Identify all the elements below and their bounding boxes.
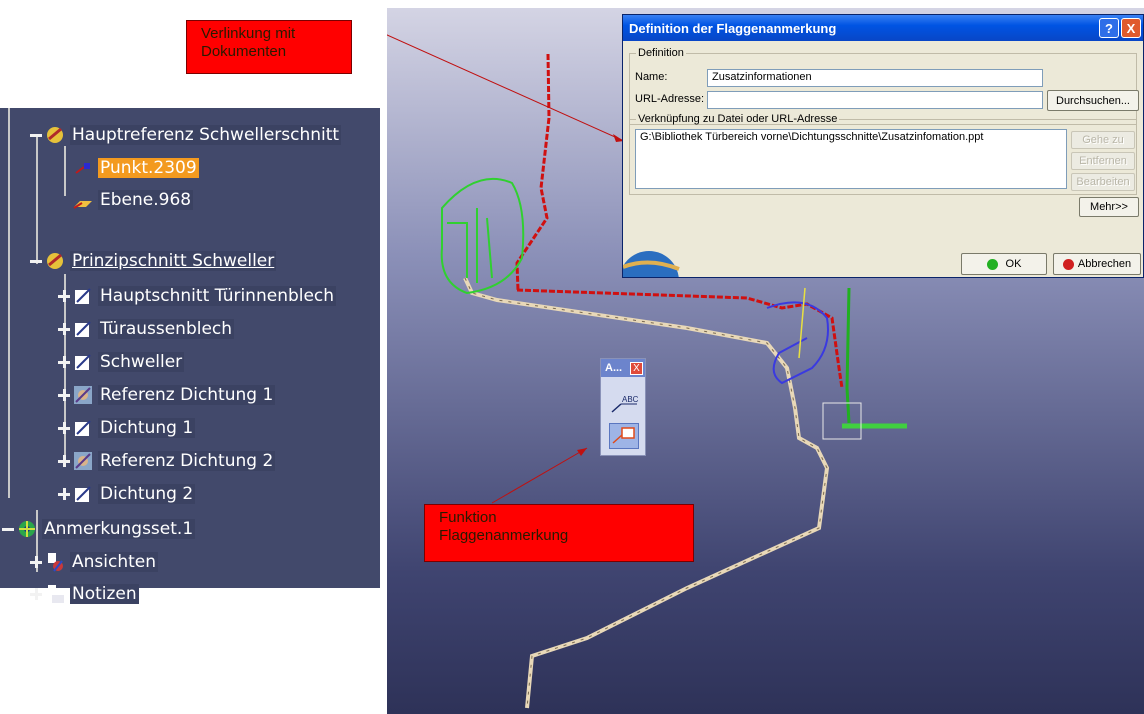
tree-item-notizen[interactable]: Notizen — [30, 581, 139, 607]
tree-connector — [8, 108, 10, 498]
sketch-icon — [75, 321, 91, 337]
point-icon — [75, 163, 90, 174]
tree-item-anmerkungsset[interactable]: Anmerkungsset.1 — [2, 516, 196, 542]
tree-item-dichtung-2[interactable]: Dichtung 2 — [58, 481, 196, 507]
flag-annotation-button[interactable] — [609, 423, 639, 449]
text-with-leader-icon: ABC — [611, 395, 639, 413]
tree-item-label: Ebene.968 — [98, 190, 194, 210]
expand-icon[interactable] — [30, 556, 42, 568]
notes-icon — [48, 585, 64, 603]
tree-item-label: Referenz Dichtung 2 — [98, 451, 276, 471]
tree-item-hauptschnitt[interactable]: Hauptschnitt Türinnenblech — [58, 283, 337, 309]
tree-item-label: Dichtung 1 — [98, 418, 196, 438]
expand-icon[interactable] — [58, 455, 70, 467]
definition-group-label: Definition — [638, 47, 684, 59]
annotation-set-icon — [19, 521, 35, 537]
expand-icon[interactable] — [58, 422, 70, 434]
tree-item-hauptreferenz[interactable]: Hauptreferenz Schwellerschnitt — [30, 122, 342, 148]
collapse-icon[interactable] — [30, 255, 42, 267]
tree-item-label: Prinzipschnitt Schweller — [70, 251, 277, 271]
cancel-button[interactable]: Abbrechen — [1053, 253, 1141, 275]
close-button[interactable]: X — [1121, 18, 1141, 38]
url-label: URL-Adresse: — [635, 93, 705, 105]
link-group-label: Verknüpfung zu Datei oder URL-Adresse — [638, 113, 838, 125]
tree-item-schweller[interactable]: Schweller — [58, 349, 185, 375]
sketch-icon — [75, 486, 91, 502]
dialog-titlebar[interactable]: Definition der Flaggenanmerkung ? X — [623, 15, 1143, 41]
reference-picture-icon — [74, 386, 92, 404]
views-icon — [48, 553, 63, 572]
tree-item-label: Referenz Dichtung 1 — [98, 385, 276, 405]
tree-item-label: Hauptreferenz Schwellerschnitt — [70, 125, 342, 145]
expand-icon[interactable] — [30, 588, 42, 600]
toolbar-titlebar[interactable]: A... X — [601, 359, 645, 377]
tree-connector — [36, 134, 38, 264]
cancel-button-label: Abbrechen — [1077, 258, 1132, 270]
tree-item-referenz-dichtung-1[interactable]: Referenz Dichtung 1 — [58, 382, 276, 408]
toolbar-title: A... — [605, 362, 623, 374]
expand-icon[interactable] — [58, 290, 70, 302]
name-field[interactable]: Zusatzinformationen — [707, 69, 1043, 87]
cancel-red-icon — [1062, 258, 1074, 270]
callout-linking: Verlinkung mit Dokumenten — [186, 20, 352, 74]
edit-button[interactable]: Bearbeiten — [1071, 173, 1135, 191]
annotation-toolbar: A... X ABC — [600, 358, 646, 456]
flag-note-dialog: Definition der Flaggenanmerkung ? X Defi… — [622, 14, 1144, 278]
ok-green-icon — [986, 258, 998, 270]
tree-item-label: Punkt.2309 — [98, 158, 199, 178]
collapse-icon[interactable] — [30, 129, 42, 141]
url-field[interactable] — [707, 91, 1043, 109]
sketch-icon — [75, 354, 91, 370]
tree-item-label: Schweller — [98, 352, 185, 372]
tree-item-dichtung-1[interactable]: Dichtung 1 — [58, 415, 196, 441]
more-button[interactable]: Mehr>> — [1079, 197, 1139, 217]
expand-icon[interactable] — [58, 323, 70, 335]
plane-icon — [73, 201, 92, 209]
help-button[interactable]: ? — [1099, 18, 1119, 38]
callout-function: Funktion Flaggenanmerkung — [424, 504, 694, 562]
text-annotation-button[interactable]: ABC — [609, 393, 639, 415]
link-list-item[interactable]: G:\Bibliothek Türbereich vorne\Dichtungs… — [640, 131, 983, 143]
tree-item-label: Notizen — [70, 584, 139, 604]
expand-icon[interactable] — [58, 389, 70, 401]
reference-icon — [47, 127, 63, 143]
tree-connector — [64, 146, 66, 196]
tree-item-punkt[interactable]: Punkt.2309 — [72, 155, 199, 181]
text-icon-label: ABC — [622, 395, 639, 404]
browse-button[interactable]: Durchsuchen... — [1047, 90, 1139, 111]
tree-item-ebene[interactable]: Ebene.968 — [72, 187, 194, 213]
close-icon[interactable]: X — [630, 361, 643, 375]
tree-item-tueraussenblech[interactable]: Türaussenblech — [58, 316, 235, 342]
ok-button-label: OK — [1005, 258, 1022, 270]
flag-note-icon — [612, 427, 635, 444]
expand-icon[interactable] — [58, 488, 70, 500]
specification-tree: Hauptreferenz Schwellerschnitt Punkt.230… — [0, 108, 380, 604]
tree-item-label: Ansichten — [70, 552, 159, 572]
sketch-icon — [75, 420, 91, 436]
expand-icon[interactable] — [58, 356, 70, 368]
reference-icon — [47, 253, 63, 269]
tree-item-ansichten[interactable]: Ansichten — [30, 549, 159, 575]
collapse-icon[interactable] — [2, 523, 14, 535]
tree-item-prinzipschnitt[interactable]: Prinzipschnitt Schweller — [30, 248, 277, 274]
tree-item-label: Dichtung 2 — [98, 484, 196, 504]
remove-button[interactable]: Entfernen — [1071, 152, 1135, 170]
link-list[interactable]: G:\Bibliothek Türbereich vorne\Dichtungs… — [635, 129, 1067, 189]
goto-button[interactable]: Gehe zu — [1071, 131, 1135, 149]
name-label: Name: — [635, 71, 668, 83]
sketch-icon — [75, 288, 91, 304]
tree-item-label: Türaussenblech — [98, 319, 235, 339]
tree-item-label: Hauptschnitt Türinnenblech — [98, 286, 337, 306]
tree-item-referenz-dichtung-2[interactable]: Referenz Dichtung 2 — [58, 448, 276, 474]
dialog-title: Definition der Flaggenanmerkung — [629, 20, 837, 36]
tree-item-label: Anmerkungsset.1 — [42, 519, 196, 539]
reference-picture-icon — [74, 452, 92, 470]
globe-decoration-icon — [623, 251, 680, 277]
ok-button[interactable]: OK — [961, 253, 1047, 275]
